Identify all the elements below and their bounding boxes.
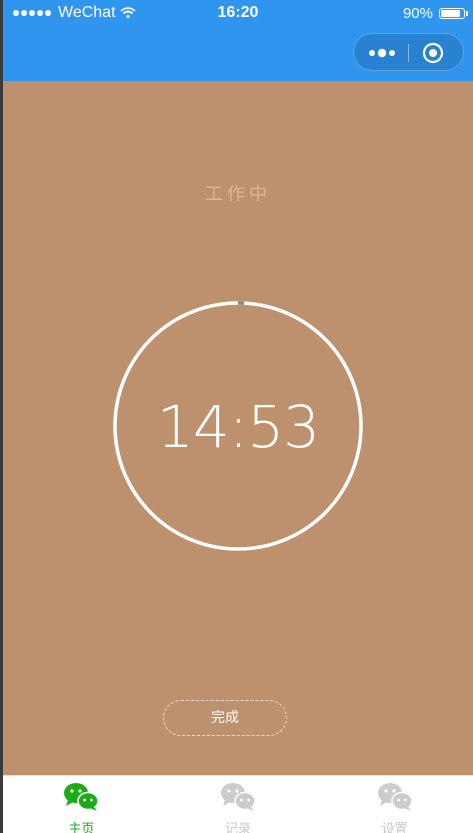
time-remaining: 14:53	[156, 393, 320, 461]
battery-status: 90%	[402, 5, 468, 22]
target-circle-icon[interactable]	[422, 42, 444, 64]
tab-home[interactable]: 主页	[3, 776, 160, 833]
battery-percent: 90%	[402, 5, 433, 22]
battery-icon	[439, 8, 468, 19]
timer-status-label: 工作中	[205, 184, 271, 205]
mini-program-capsule	[353, 33, 464, 71]
tab-settings[interactable]: 设置	[316, 776, 473, 833]
app-screen: WeChat 16:20 90% 工作中 14:53 完成 主页 记录 设置	[3, 0, 473, 833]
status-bar: WeChat 16:20 90%	[3, 0, 473, 28]
navigation-bar	[3, 28, 473, 81]
wechat-chat-icon	[221, 783, 256, 811]
more-dots-icon[interactable]	[367, 46, 397, 60]
tab-label-settings: 设置	[381, 822, 408, 833]
tab-records[interactable]: 记录	[160, 776, 317, 833]
tab-bar: 主页 记录 设置	[3, 775, 473, 833]
wechat-chat-icon	[64, 783, 100, 811]
done-button[interactable]: 完成	[163, 700, 287, 736]
capsule-divider	[408, 44, 409, 62]
wechat-chat-icon	[377, 783, 413, 811]
tab-label-home: 主页	[68, 822, 95, 833]
tab-label-records: 记录	[225, 822, 252, 833]
